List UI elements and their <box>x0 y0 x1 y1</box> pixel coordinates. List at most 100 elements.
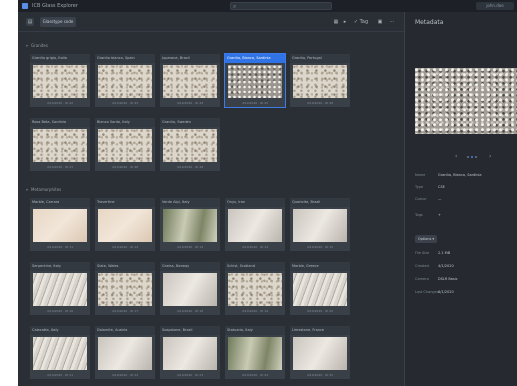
card-meta: 4/10/2020 · ID 19 <box>241 309 269 313</box>
arrow-icon[interactable]: ▸ <box>342 18 348 26</box>
card-meta: 4/10/2020 · ID 20 <box>306 309 334 313</box>
image-card[interactable]: Quartzite, Brazil 4/10/2020 · ID 15 <box>290 198 350 251</box>
card-meta: 4/10/2020 · ID 16 <box>46 309 74 313</box>
card-meta: 4/10/2020 · ID 14 <box>241 245 269 249</box>
metadata-panel: Metadata ‹ › Name Granito, Bianco, Sardin… <box>404 12 517 386</box>
card-title: Limestone, France <box>290 326 350 335</box>
meta-label: Created <box>415 264 429 268</box>
meta-label: Type <box>415 185 424 189</box>
card-meta: 4/10/2020 · ID 43 <box>111 101 139 105</box>
chevron-down-icon: ▾ <box>26 187 29 192</box>
card-meta: 4/10/2020 · ID 11 <box>46 245 74 249</box>
card-meta: 4/10/2020 · ID 47 <box>46 165 74 169</box>
user-menu[interactable]: john.doe <box>476 2 514 10</box>
add-tag-button[interactable]: + <box>438 212 441 218</box>
image-card[interactable]: Dolomite, Austria 4/10/2020 · ID 22 <box>95 326 155 379</box>
search-icon: ⌕ <box>233 3 237 10</box>
card-thumbnail <box>163 337 217 370</box>
view-icon[interactable]: ▣ <box>376 18 384 26</box>
app-logo-icon <box>22 3 28 9</box>
card-meta: 4/10/2020 · ID 13 <box>176 245 204 249</box>
prev-icon[interactable]: ‹ <box>455 153 457 161</box>
card-meta: 4/10/2020 · ID 23 <box>176 373 204 377</box>
card-title: Marble, Carrara <box>30 198 90 207</box>
card-thumbnail <box>98 209 152 242</box>
filter-pill[interactable]: Glasstype code <box>40 17 76 27</box>
image-card[interactable]: Granito, Bianco, Sardinia 4/10/2020 · ID … <box>224 53 286 108</box>
card-meta: 4/10/2020 · ID 44 <box>176 101 204 105</box>
image-card[interactable]: Travertine 4/10/2020 · ID 12 <box>95 198 155 251</box>
more-icon[interactable]: ⋯ <box>388 18 396 26</box>
card-thumbnail <box>293 209 347 242</box>
image-card[interactable]: Calacatta, Italy 4/10/2020 · ID 21 <box>30 326 90 379</box>
options-button[interactable]: Options ▾ <box>415 235 437 243</box>
meta-label: Name <box>415 173 426 177</box>
card-thumbnail <box>98 129 152 162</box>
meta-label: Last Changed <box>415 290 440 294</box>
image-card[interactable]: Rosa Beta, Sardinia 4/10/2020 · ID 47 <box>30 118 90 171</box>
card-meta: 4/10/2020 · ID 24 <box>241 373 269 377</box>
image-card[interactable]: Limestone, France 4/10/2020 · ID 25 <box>290 326 350 379</box>
image-card[interactable]: Serpentine, Italy 4/10/2020 · ID 16 <box>30 262 90 315</box>
panel-title: Metadata <box>415 19 444 26</box>
card-thumbnail <box>293 273 347 306</box>
card-title: Granito bianco, Spain <box>95 54 155 63</box>
card-meta: 4/10/2020 · ID 25 <box>306 373 334 377</box>
card-thumbnail <box>228 273 282 306</box>
meta-value: — <box>438 197 442 201</box>
card-title: Granito, Bianco, Sardinia <box>225 54 285 63</box>
card-title: Serpentine, Italy <box>30 262 90 271</box>
image-card[interactable]: Granito, Sweden 4/10/2020 · ID 49 <box>160 118 220 171</box>
card-title: Soapstone, Brazil <box>160 326 220 335</box>
card-thumbnail <box>293 337 347 370</box>
image-card[interactable]: Marble, Carrara 4/10/2020 · ID 11 <box>30 198 90 251</box>
tag-button[interactable]: ✓ Tag <box>350 18 372 26</box>
pager-dot-active[interactable] <box>471 156 473 158</box>
card-title: Granito, Portugal <box>290 54 350 63</box>
card-title: Travertine <box>95 198 155 207</box>
meta-value: 2.1 MB <box>438 251 451 255</box>
image-card[interactable]: Granito, Portugal 4/10/2020 · ID 46 <box>290 54 350 107</box>
card-thumbnail <box>98 337 152 370</box>
card-meta: 4/10/2020 · ID 17 <box>111 309 139 313</box>
card-title: Schist, Scotland <box>225 262 285 271</box>
card-thumbnail <box>33 273 87 306</box>
search-input[interactable]: ⌕ <box>230 2 332 10</box>
meta-value: 4/1/2020 <box>438 290 454 294</box>
image-card[interactable]: Granito bianco, Spain 4/10/2020 · ID 43 <box>95 54 155 107</box>
image-card[interactable]: Juparana, Brazil 4/10/2020 · ID 44 <box>160 54 220 107</box>
card-title: Rosa Beta, Sardinia <box>30 118 90 127</box>
card-meta: 4/10/2020 · ID 49 <box>176 165 204 169</box>
app-window: ICB Glass Explorer ⌕ john.doe ▤ Glasstyp… <box>18 0 517 386</box>
folder-icon[interactable]: ▤ <box>26 18 34 26</box>
section-title: Metamorphites <box>31 187 62 192</box>
image-card[interactable]: Bianco Sardo, Italy 4/10/2020 · ID 48 <box>95 118 155 171</box>
card-thumbnail <box>293 65 347 98</box>
chevron-down-icon: ▾ <box>26 43 29 48</box>
card-thumbnail <box>228 65 282 98</box>
section-granites[interactable]: ▾ Granites <box>26 42 48 50</box>
card-title: Granito, Sweden <box>160 118 220 127</box>
image-card[interactable]: Schist, Scotland 4/10/2020 · ID 19 <box>225 262 285 315</box>
image-preview[interactable] <box>415 68 517 134</box>
pager-dot[interactable] <box>467 156 469 158</box>
card-thumbnail <box>33 209 87 242</box>
next-icon[interactable]: › <box>489 153 491 161</box>
card-meta: 4/10/2020 · ID 18 <box>176 309 204 313</box>
toolbar: ▤ Glasstype code ▦ ▸ ✓ Tag ▣ ⋯ <box>18 12 404 32</box>
image-card[interactable]: Soapstone, Brazil 4/10/2020 · ID 23 <box>160 326 220 379</box>
image-card[interactable]: Marble, Greece 4/10/2020 · ID 20 <box>290 262 350 315</box>
image-card[interactable]: Verde Alpi, Italy 4/10/2020 · ID 13 <box>160 198 220 251</box>
card-thumbnail <box>98 273 152 306</box>
card-title: Onyx, Iran <box>225 198 285 207</box>
image-card[interactable]: Gneiss, Norway 4/10/2020 · ID 18 <box>160 262 220 315</box>
image-card[interactable]: Statuario, Italy 4/10/2020 · ID 24 <box>225 326 285 379</box>
pager-dot[interactable] <box>475 156 477 158</box>
image-card[interactable]: Granito grigio, Italia 4/10/2020 · ID 42 <box>30 54 90 107</box>
image-card[interactable]: Onyx, Iran 4/10/2020 · ID 14 <box>225 198 285 251</box>
card-title: Bianco Sardo, Italy <box>95 118 155 127</box>
section-metamorphites[interactable]: ▾ Metamorphites <box>26 186 61 194</box>
app-title: ICB Glass Explorer <box>32 3 78 9</box>
grid-icon[interactable]: ▦ <box>332 18 340 26</box>
image-card[interactable]: Slate, Wales 4/10/2020 · ID 17 <box>95 262 155 315</box>
